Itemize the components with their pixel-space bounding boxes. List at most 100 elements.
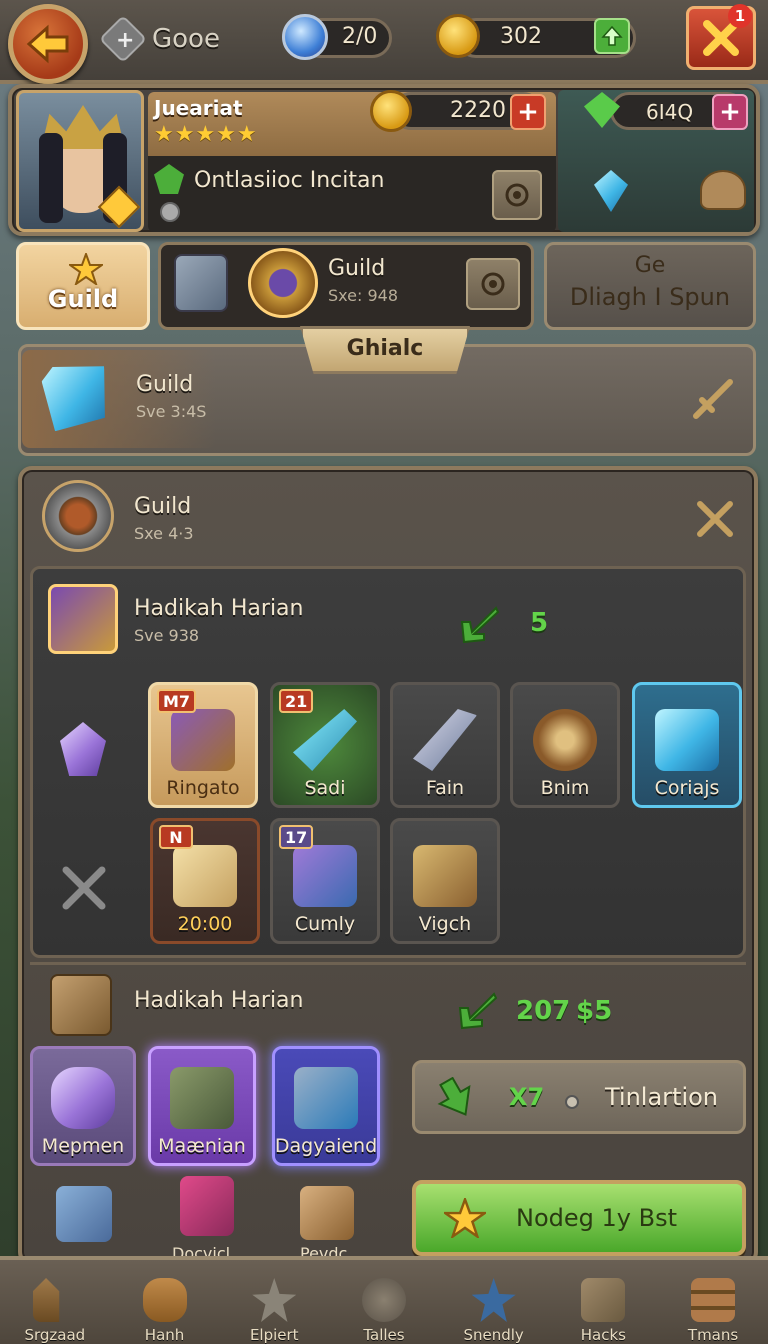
item-badge: 21	[279, 689, 314, 713]
nav-label: Elpiert	[249, 1326, 299, 1344]
chest-icon	[171, 709, 235, 771]
back-button[interactable]	[8, 4, 88, 84]
shield-coin-icon	[533, 709, 597, 771]
spear-icon	[293, 709, 357, 771]
green-down-arrow-icon	[437, 1077, 471, 1116]
gem-value: 6I4Q	[646, 100, 694, 124]
section1-title: Hadikah Harian	[134, 596, 304, 621]
green-arrow-icon	[460, 606, 500, 644]
reward-item[interactable]: 21 Sadi	[270, 682, 380, 808]
search-label[interactable]: Gooe	[152, 24, 220, 54]
item-label: Maænian	[158, 1135, 246, 1157]
section2-value1: 207	[516, 996, 571, 1026]
arrow-up-icon	[601, 25, 623, 46]
sword-icon[interactable]	[690, 378, 734, 422]
dot-icon	[565, 1095, 579, 1109]
target-icon	[505, 183, 529, 207]
claim-multiplier: X7	[509, 1083, 545, 1111]
rating-stars: ★★★★★	[154, 122, 258, 147]
energy-orb-icon	[282, 14, 328, 60]
nav-item-talles[interactable]: Talles	[336, 1260, 432, 1344]
nav-item-srgzaad[interactable]: Srgzaad	[7, 1260, 103, 1344]
timer-box-icon	[173, 845, 237, 907]
pink-crate-icon	[180, 1176, 234, 1236]
guild-button-label: Guild	[47, 285, 119, 313]
reward-item[interactable]: Bnim	[510, 682, 620, 808]
magic-box-icon	[293, 845, 357, 907]
section2-value2: $5	[576, 996, 613, 1026]
wood-crate-icon	[300, 1186, 354, 1240]
go-button[interactable]: Nodeg 1y Bst	[412, 1180, 746, 1256]
close-icon[interactable]	[694, 498, 736, 540]
nav-label: Hanh	[144, 1326, 185, 1344]
currency-value: 2220	[450, 98, 506, 123]
coin-icon	[370, 90, 412, 132]
guild-button[interactable]: Guild	[16, 242, 150, 330]
green-arrow-icon	[458, 992, 498, 1030]
item-badge: 17	[279, 825, 314, 849]
hammer-icon	[142, 1278, 187, 1322]
status-text: Ontlasiioc Incitan	[194, 168, 385, 193]
star-icon	[252, 1278, 297, 1322]
nav-item-tmans[interactable]: Tmans	[665, 1260, 761, 1344]
nav-item-hacks[interactable]: Hacks	[555, 1260, 651, 1344]
winged-staff-icon	[413, 709, 477, 771]
guild-panel-sub: Sxe 4·3	[134, 524, 194, 543]
currency-add-button[interactable]: +	[510, 94, 546, 130]
reward-item[interactable]: N 20:00	[150, 818, 260, 944]
section1-count: 5	[530, 608, 549, 638]
reward-item[interactable]: Maænian	[148, 1046, 256, 1166]
nav-label: Srgzaad	[24, 1326, 86, 1344]
arrow-left-icon	[26, 24, 69, 64]
guild-row-1-sub: Sve 3:4S	[136, 402, 207, 421]
notification-badge: 1	[728, 4, 752, 28]
tower-icon	[32, 1278, 60, 1322]
section1-sub: Sve 938	[134, 626, 200, 645]
guild-card-title: Guild	[328, 256, 386, 281]
item-label: Coriajs	[654, 777, 720, 799]
nav-item-hanh[interactable]: Hanh	[117, 1260, 213, 1344]
reward-item[interactable]: Vigch	[390, 818, 500, 944]
reward-item[interactable]: Mepmen	[30, 1046, 136, 1166]
reward-item[interactable]: 17 Cumly	[270, 818, 380, 944]
nav-label: Tmans	[687, 1326, 739, 1344]
treasure-bag-icon	[413, 845, 477, 907]
crystal-cube-icon	[655, 709, 719, 771]
gold-coin-icon	[436, 14, 480, 58]
gold-value: 302	[500, 24, 542, 49]
spin-button[interactable]: Ge Dliagh I Spun	[544, 242, 756, 330]
spin-line2: Dliagh I Spun	[569, 283, 731, 311]
nav-label: Talles	[363, 1326, 405, 1344]
guild-card-sub: Sxe: 948	[328, 286, 398, 305]
blue-cube-icon	[56, 1186, 112, 1242]
item-badge: M7	[157, 689, 197, 713]
planks-icon	[691, 1278, 736, 1322]
gem-add-button[interactable]: +	[712, 94, 748, 130]
claim-button[interactable]: X7 Tinlartion	[412, 1060, 746, 1134]
guild-row-1-title: Guild	[136, 372, 194, 397]
crate-icon	[50, 974, 112, 1036]
go-button-label: Nodeg 1y Bst	[516, 1204, 677, 1232]
info-icon[interactable]	[160, 202, 180, 222]
guild-gear-icon	[42, 480, 114, 552]
player-name: Jueariat	[154, 96, 243, 120]
item-badge: N	[159, 825, 193, 849]
reward-item[interactable]: M7 Ringato	[148, 682, 258, 808]
settings-button[interactable]	[492, 170, 542, 220]
bottom-nav-items: Srgzaad Hanh Elpiert Talles Snendly Hack…	[0, 1260, 768, 1344]
star-icon	[444, 1198, 486, 1238]
claim-label: Tinlartion	[605, 1083, 719, 1111]
guild-card-action-button[interactable]	[466, 258, 520, 310]
nav-label: Snendly	[463, 1326, 524, 1344]
target-icon	[481, 272, 505, 296]
reward-item[interactable]: Coriajs	[632, 682, 742, 808]
reward-item[interactable]: Fain	[390, 682, 500, 808]
reward-item[interactable]: Dagyaiend	[272, 1046, 380, 1166]
item-label: Ringato	[166, 777, 240, 799]
gold-add-button[interactable]	[594, 18, 630, 54]
guild-panel-title: Guild	[134, 494, 192, 519]
spin-line1: Ge	[634, 253, 666, 278]
nav-item-snendly[interactable]: Snendly	[446, 1260, 542, 1344]
nav-item-elpiert[interactable]: Elpiert	[226, 1260, 322, 1344]
item-label: Cumly	[294, 913, 356, 935]
